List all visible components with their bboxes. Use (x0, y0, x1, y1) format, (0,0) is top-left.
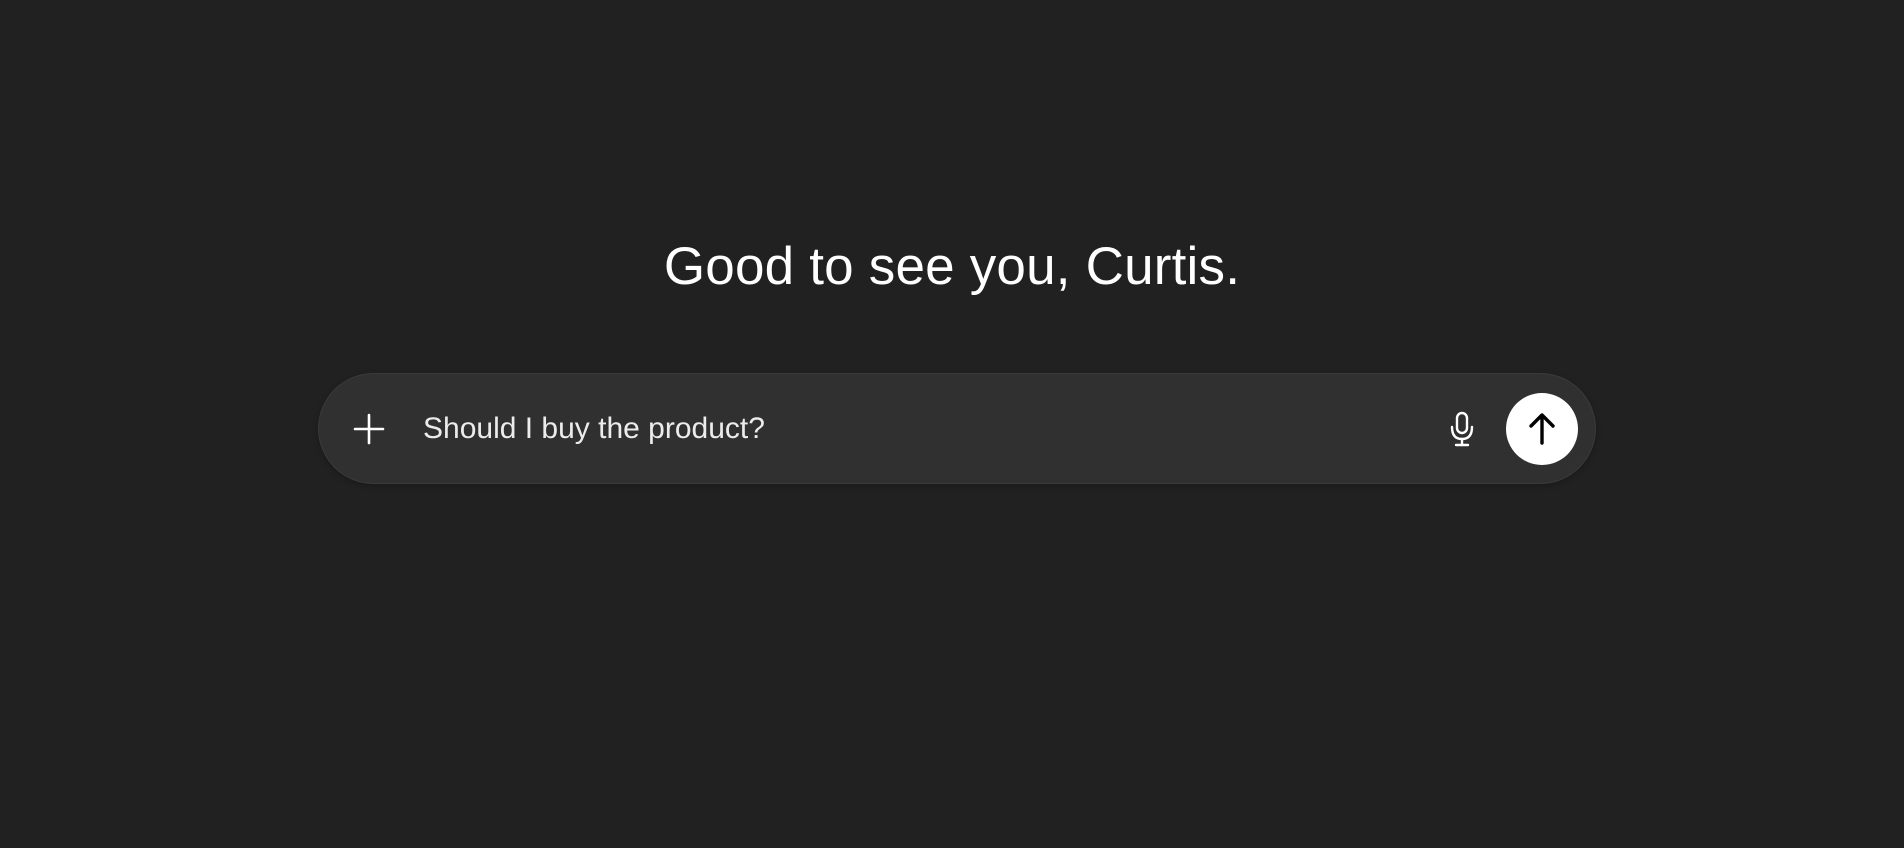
attach-button[interactable] (341, 401, 397, 457)
chat-home-page: Good to see you, Curtis. (0, 0, 1904, 848)
greeting-heading: Good to see you, Curtis. (663, 237, 1241, 296)
plus-icon (352, 412, 386, 446)
voice-input-button[interactable] (1434, 401, 1490, 457)
microphone-icon (1448, 411, 1476, 447)
arrow-up-icon (1526, 412, 1558, 446)
send-button[interactable] (1506, 393, 1578, 465)
prompt-composer (318, 373, 1596, 484)
prompt-input[interactable] (423, 404, 1323, 454)
